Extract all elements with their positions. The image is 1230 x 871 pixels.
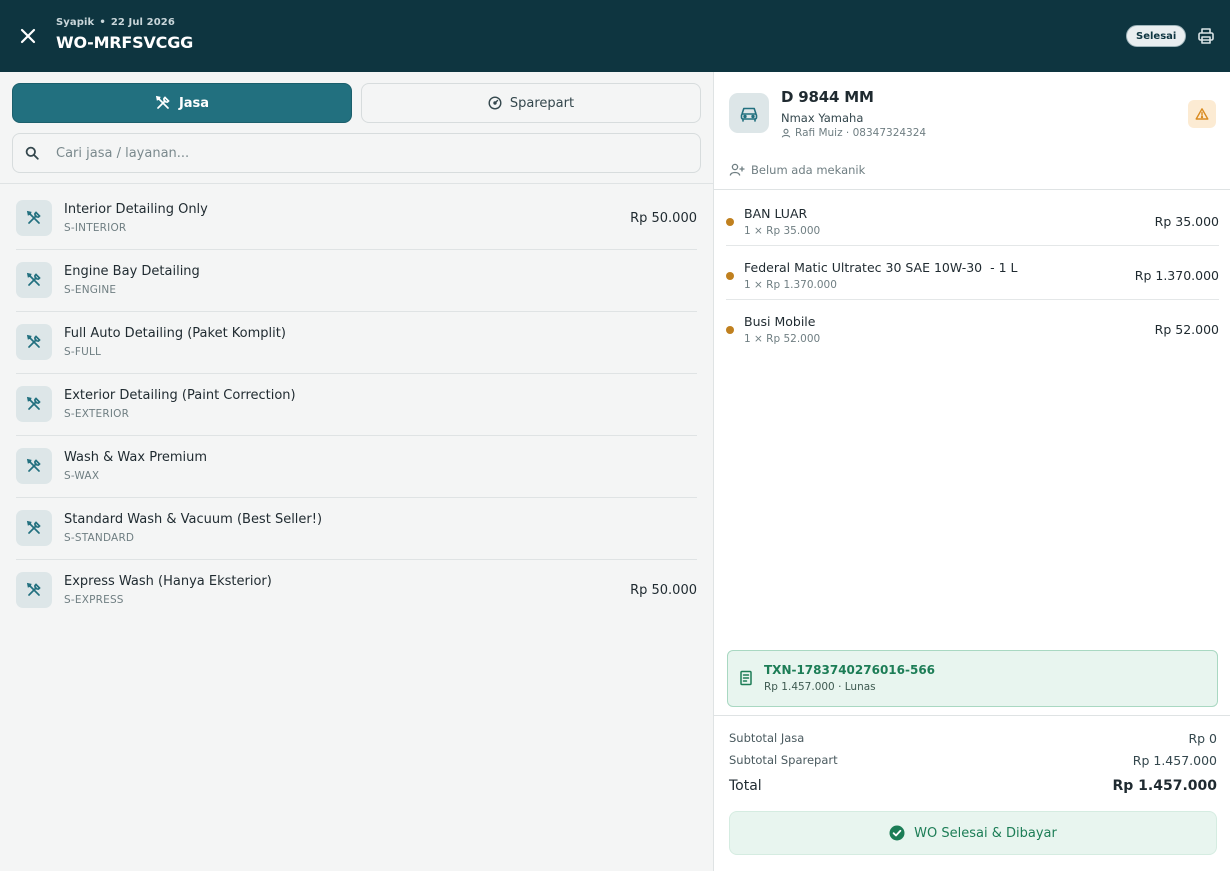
item-status-dot [726,272,734,280]
transaction-id: TXN-1783740276016-566 [764,663,936,677]
item-price: Rp 1.370.000 [1134,268,1219,283]
service-name: Interior Detailing Only [64,202,208,217]
user-icon [781,128,791,138]
mechanic-label: Belum ada mekanik [751,163,866,177]
order-item[interactable]: Federal Matic Ultratec 30 SAE 10W-30 - 1… [726,246,1219,300]
item-price: Rp 52.000 [1154,322,1219,337]
tools-icon [155,95,170,109]
service-tools-icon [16,262,52,298]
meta-separator: • [99,17,106,28]
service-item-full[interactable]: Full Auto Detailing (Paket Komplit) S-FU… [16,312,697,374]
order-item[interactable]: Busi Mobile 1 × Rp 52.000 Rp 52.000 [726,300,1219,354]
subtotal-sparepart-row: Subtotal Sparepart Rp 1.457.000 [729,753,1217,768]
vehicle-owner: Rafi Muiz · 08347324324 [781,127,926,139]
service-name: Express Wash (Hanya Eksterior) [64,574,272,589]
service-code: S-EXTERIOR [64,408,130,420]
divider [0,183,713,184]
service-list: Interior Detailing Only S-INTERIOR Rp 50… [16,188,697,622]
order-item[interactable]: BAN LUAR 1 × Rp 35.000 Rp 35.000 [726,192,1219,246]
print-button[interactable] [1194,24,1218,48]
divider [714,715,1230,716]
owner-info: Rafi Muiz · 08347324324 [795,127,927,139]
service-tools-icon [16,572,52,608]
subtotal-sparepart-value: Rp 1.457.000 [1132,753,1217,768]
service-item-wax[interactable]: Wash & Wax Premium S-WAX [16,436,697,498]
service-name: Full Auto Detailing (Paket Komplit) [64,326,286,341]
search-box [12,133,701,173]
tab-jasa-label: Jasa [178,95,210,111]
add-user-icon [729,163,745,176]
item-status-dot [726,218,734,226]
vehicle-model: Nmax Yamaha [781,111,864,125]
service-tools-icon [16,200,52,236]
service-name: Wash & Wax Premium [64,450,208,465]
service-item-exterior[interactable]: Exterior Detailing (Paint Correction) S-… [16,374,697,436]
service-tools-icon [16,386,52,422]
service-code: S-WAX [64,470,100,482]
total-row: Total Rp 1.457.000 [729,778,1217,794]
tab-sparepart-label: Sparepart [509,95,575,111]
status-badge: Selesai [1126,25,1187,47]
work-order-meta: Syapik • 22 Jul 2026 [56,17,175,28]
item-status-dot [726,326,734,334]
car-icon [729,93,769,133]
receipt-icon [740,670,752,686]
tab-sparepart[interactable]: Sparepart [361,83,701,123]
workshop-name: Syapik [56,17,95,28]
mechanic-assign[interactable]: Belum ada mekanik [729,163,865,177]
check-circle-icon [889,825,905,841]
subtotal-jasa-label: Subtotal Jasa [729,731,805,745]
top-bar: Syapik • 22 Jul 2026 WO-MRFSVCGG Selesai [0,0,1230,72]
service-item-interior[interactable]: Interior Detailing Only S-INTERIOR Rp 50… [16,188,697,250]
wo-complete-button[interactable]: WO Selesai & Dibayar [729,811,1217,855]
warning-button[interactable] [1188,100,1216,128]
service-price: Rp 50.000 [630,583,697,598]
divider [714,189,1230,190]
service-item-engine[interactable]: Engine Bay Detailing S-ENGINE [16,250,697,312]
order-items: BAN LUAR 1 × Rp 35.000 Rp 35.000 Federal… [726,192,1219,354]
service-tools-icon [16,510,52,546]
item-name: Busi Mobile [744,314,816,329]
service-code: S-FULL [64,346,102,358]
total-label: Total [729,778,762,794]
service-item-express[interactable]: Express Wash (Hanya Eksterior) S-EXPRESS… [16,560,697,622]
close-icon [20,28,36,44]
service-code: S-EXPRESS [64,594,124,606]
service-tools-icon [16,448,52,484]
service-name: Exterior Detailing (Paint Correction) [64,388,296,403]
wo-complete-label: WO Selesai & Dibayar [914,825,1057,841]
warning-icon [1195,108,1209,120]
search-input[interactable] [56,134,686,172]
service-name: Engine Bay Detailing [64,264,200,279]
work-order-date: 22 Jul 2026 [110,17,175,28]
close-button[interactable] [16,24,40,48]
printer-icon [1198,28,1214,44]
item-price: Rp 35.000 [1154,214,1219,229]
work-order-number: WO-MRFSVCGG [56,33,194,52]
service-code: S-STANDARD [64,532,135,544]
transaction-card[interactable]: TXN-1783740276016-566 Rp 1.457.000 · Lun… [727,650,1218,707]
subtotal-jasa-value: Rp 0 [1188,731,1217,746]
item-name: Federal Matic Ultratec 30 SAE 10W-30 - 1… [744,260,1018,275]
item-qty: 1 × Rp 1.370.000 [744,279,837,291]
transaction-summary: Rp 1.457.000 · Lunas [764,681,876,693]
service-code: S-INTERIOR [64,222,127,234]
total-value: Rp 1.457.000 [1112,778,1217,794]
catalog-panel: Jasa Sparepart Interior Detailing Only S… [0,72,713,871]
search-icon [25,146,39,160]
service-name: Standard Wash & Vacuum (Best Seller!) [64,512,323,527]
item-qty: 1 × Rp 35.000 [744,225,821,237]
vehicle-plate: D 9844 MM [781,88,874,106]
service-item-standard[interactable]: Standard Wash & Vacuum (Best Seller!) S-… [16,498,697,560]
service-code: S-ENGINE [64,284,117,296]
service-price: Rp 50.000 [630,211,697,226]
order-panel: D 9844 MM Nmax Yamaha Rafi Muiz · 083473… [713,72,1230,871]
item-qty: 1 × Rp 52.000 [744,333,821,345]
gauge-icon [488,96,502,110]
item-name: BAN LUAR [744,206,808,221]
tab-jasa[interactable]: Jasa [12,83,352,123]
subtotal-sparepart-label: Subtotal Sparepart [729,753,838,767]
subtotal-jasa-row: Subtotal Jasa Rp 0 [729,731,1217,746]
service-tools-icon [16,324,52,360]
